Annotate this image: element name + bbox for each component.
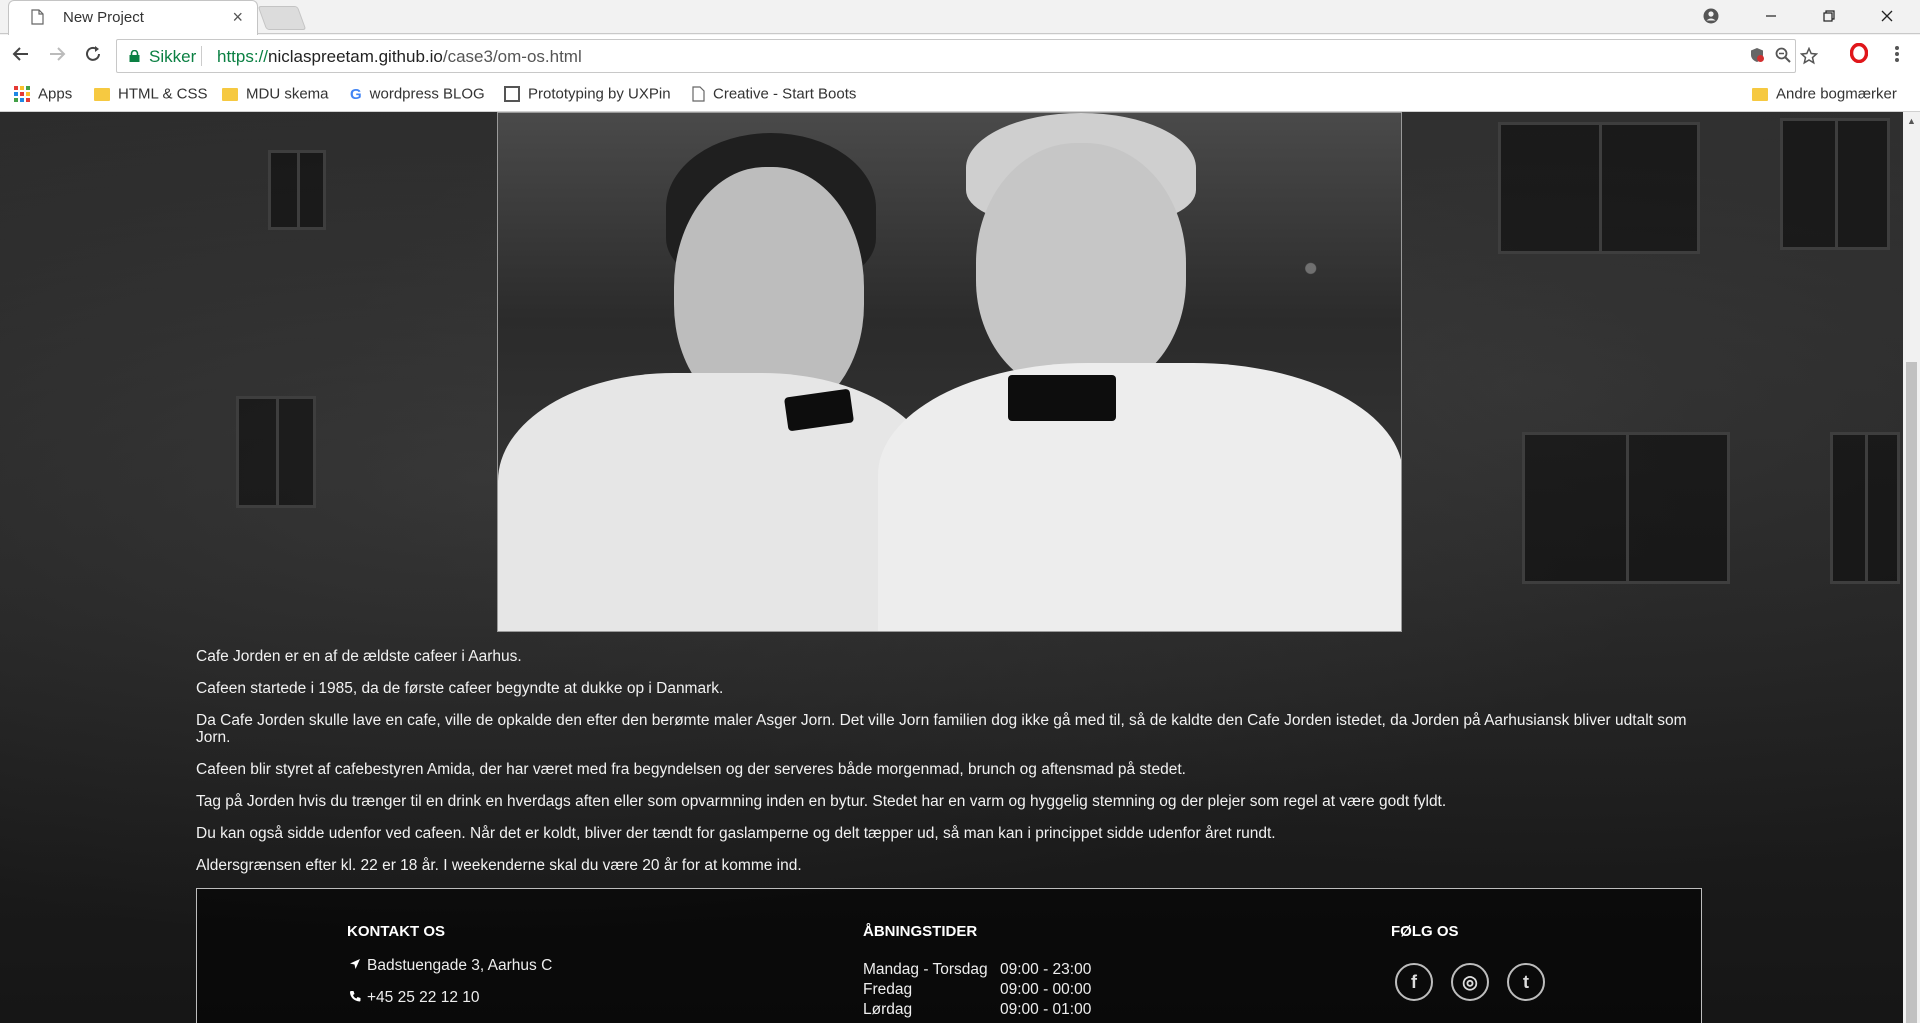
scrollbar-thumb[interactable] (1906, 362, 1917, 1023)
bookmark-creative-start-boots[interactable]: Creative - Start Boots (692, 85, 862, 105)
folder-icon (94, 87, 110, 101)
restore-icon[interactable] (1806, 2, 1852, 30)
google-icon: G (350, 85, 362, 103)
bookmark-wordpress-blog[interactable]: Gwordpress BLOG (350, 85, 485, 105)
hours-time: 09:00 - 01:00 (1000, 1001, 1092, 1018)
bookmark-star-icon[interactable] (1799, 46, 1819, 67)
site-footer: KONTAKT OS Badstuengade 3, Aarhus C +45 … (196, 888, 1702, 1023)
scroll-up-arrow-icon[interactable]: ▲ (1907, 116, 1916, 126)
tab-new-project[interactable]: New Project × (8, 0, 258, 35)
background-window (1498, 122, 1700, 254)
about-paragraph: Tag på Jorden hvis du trænger til en dri… (196, 793, 1447, 810)
document-icon (31, 9, 44, 25)
omnibox-divider (201, 46, 202, 66)
bookmark-uxpin[interactable]: Prototyping by UXPin (504, 85, 671, 105)
bookmark-other[interactable]: Andre bogmærker (1752, 85, 1897, 105)
tab-title: New Project (63, 9, 144, 26)
bookmark-html-css[interactable]: HTML & CSS (94, 85, 207, 105)
hours-day: Mandag - Torsdag (863, 961, 988, 978)
hours-day: Fredag (863, 981, 913, 998)
url-host: niclaspreetam.github.io (268, 47, 443, 66)
zoom-icon[interactable] (1773, 47, 1793, 67)
phone-icon (350, 991, 361, 1002)
bookmark-label: Andre bogmærker (1776, 85, 1897, 103)
about-paragraph: Cafeen blir styret af cafebestyren Amida… (196, 761, 1186, 778)
about-paragraph: Cafe Jorden er en af de ældste cafeer i … (196, 648, 522, 665)
tumblr-icon[interactable]: t (1507, 963, 1545, 1001)
url-text[interactable]: https://niclaspreetam.github.io/case3/om… (217, 47, 582, 67)
bookmarks-bar: Apps HTML & CSS MDU skema Gwordpress BLO… (0, 77, 1920, 112)
about-paragraph: Aldersgrænsen efter kl. 22 er 18 år. I w… (196, 857, 802, 874)
address-text: Badstuengade 3, Aarhus C (367, 957, 553, 974)
background-window (1830, 432, 1900, 584)
close-window-icon[interactable] (1864, 2, 1910, 30)
phone-text: +45 25 22 12 10 (367, 989, 480, 1006)
blocked-content-icon[interactable] (1747, 47, 1767, 67)
document-icon (692, 86, 705, 102)
address-line: Badstuengade 3, Aarhus C (347, 957, 552, 975)
bookmark-mdu-skema[interactable]: MDU skema (222, 85, 329, 105)
browser-chrome: New Project × Sikker https://niclaspreet… (0, 0, 1920, 112)
hours-time: 09:00 - 00:00 (1000, 981, 1092, 998)
new-tab-button[interactable] (257, 6, 307, 30)
back-arrow-icon[interactable] (8, 43, 34, 69)
browser-toolbar: Sikker https://niclaspreetam.github.io/c… (0, 35, 1920, 77)
background-window (268, 150, 326, 230)
photo-shirt (878, 363, 1401, 631)
reload-icon[interactable] (80, 43, 106, 69)
background-window (1522, 432, 1730, 584)
about-paragraph: Cafeen startede i 1985, da de første caf… (196, 680, 724, 697)
profile-icon[interactable] (1688, 2, 1734, 30)
folder-icon (1752, 87, 1768, 101)
location-arrow-icon (350, 959, 360, 969)
about-paragraph: Du kan også sidde udenfor ved cafeen. Nå… (196, 825, 1276, 842)
page-scrollbar[interactable]: ▲ (1903, 112, 1920, 1023)
square-icon (504, 86, 520, 103)
photo-shirt (498, 373, 938, 631)
facebook-icon[interactable]: f (1395, 963, 1433, 1001)
url-scheme: https:// (217, 47, 269, 66)
hours-row: Mandag - Torsdag 09:00 - 23:00 (863, 961, 1091, 979)
bookmark-apps[interactable]: Apps (14, 85, 72, 105)
contact-heading: KONTAKT OS (347, 923, 446, 940)
menu-kebab-icon[interactable] (1884, 43, 1910, 69)
instagram-icon[interactable]: ◎ (1451, 963, 1489, 1001)
hours-row: Lørdag 09:00 - 01:00 (863, 1001, 1091, 1019)
opera-icon[interactable] (1846, 42, 1872, 69)
bookmark-label: MDU skema (246, 85, 329, 103)
folder-icon (222, 87, 238, 101)
bookmark-label: HTML & CSS (118, 85, 208, 103)
background-window (236, 396, 316, 508)
apps-grid-icon (14, 86, 30, 103)
hours-row: Fredag 09:00 - 00:00 (863, 981, 1091, 999)
hours-day: Lørdag (863, 1001, 913, 1018)
hours-time: 09:00 - 23:00 (1000, 961, 1092, 978)
forward-arrow-icon[interactable] (44, 43, 70, 69)
bookmark-label: Apps (38, 85, 73, 103)
address-bar[interactable]: Sikker https://niclaspreetam.github.io/c… (116, 39, 1819, 73)
bookmark-label: Creative - Start Boots (713, 85, 857, 103)
bookmark-label: Prototyping by UXPin (528, 85, 671, 103)
background-window (1780, 118, 1890, 250)
page-viewport: Cafe Jorden er en af de ældste cafeer i … (0, 112, 1920, 1023)
photo-bowtie (1008, 375, 1116, 421)
photo-face (976, 143, 1186, 393)
hero-photo (497, 112, 1402, 632)
url-path: /case3/om-os.html (442, 47, 582, 66)
close-tab-icon[interactable]: × (232, 7, 243, 28)
minimize-icon[interactable] (1748, 2, 1794, 30)
phone-line: +45 25 22 12 10 (347, 989, 479, 1007)
about-paragraph: Da Cafe Jorden skulle lave en cafe, vill… (196, 712, 1687, 746)
lock-icon (129, 50, 140, 62)
about-text: Cafe Jorden er en af de ældste cafeer i … (196, 648, 1716, 889)
hours-heading: ÅBNINGSTIDER (863, 923, 978, 940)
tab-strip: New Project × (0, 0, 1920, 35)
secure-label: Sikker (149, 47, 197, 66)
bookmark-label: wordpress BLOG (369, 85, 485, 103)
follow-heading: FØLG OS (1391, 923, 1459, 940)
